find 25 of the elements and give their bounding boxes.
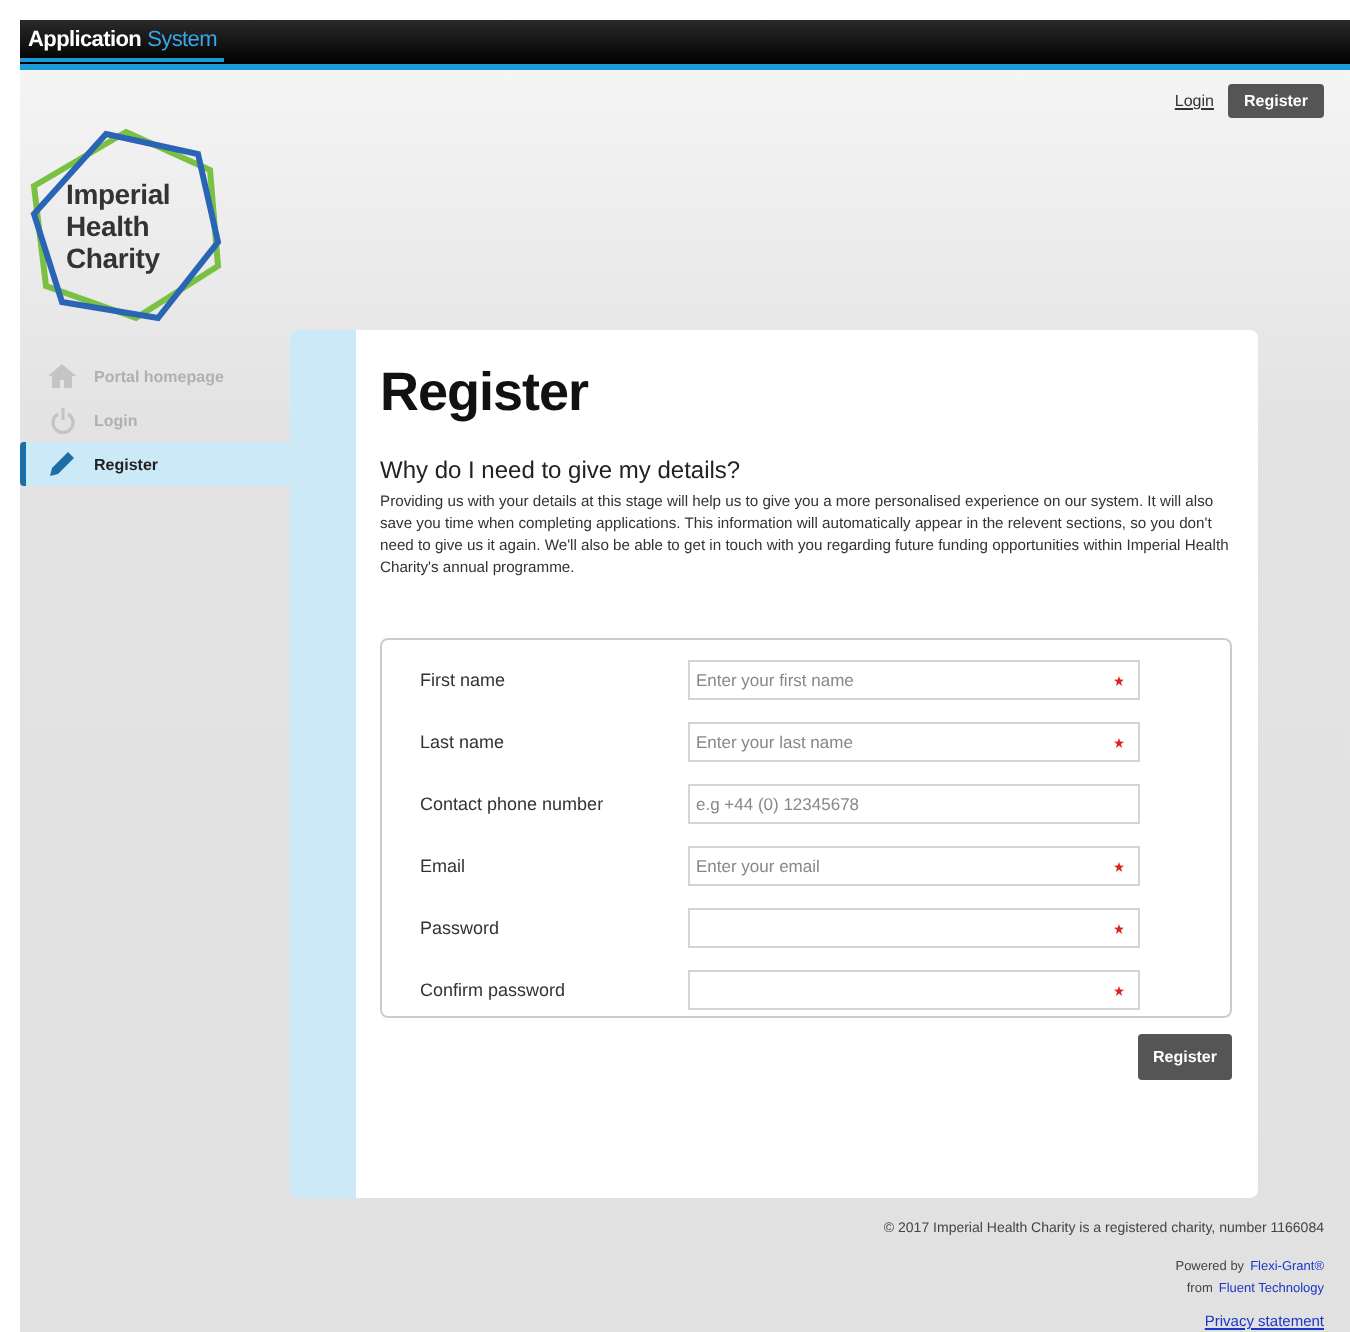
field-label: First name	[420, 670, 508, 690]
input-field[interactable]: e.g +44 (0) 12345678	[688, 784, 1140, 824]
field-label: Email	[420, 856, 468, 876]
logo-text: Imperial Health Charity	[66, 178, 171, 274]
sidebar-item[interactable]: Register	[20, 442, 290, 486]
field-label: Contact phone number	[420, 794, 606, 814]
hexagon-logo-icon	[26, 126, 226, 326]
page-title: Register	[380, 362, 591, 424]
input-field[interactable]	[688, 908, 1140, 948]
field-label: Confirm password	[420, 980, 568, 1000]
register-button[interactable]: Register	[1227, 84, 1324, 118]
pencil-icon	[48, 450, 76, 478]
home-icon	[48, 364, 76, 388]
section-heading: Why do I need to give my details?	[380, 456, 743, 484]
app-title-accent: System	[147, 28, 217, 52]
app-title: Application	[28, 28, 142, 52]
power-icon	[49, 407, 75, 433]
input-field[interactable]: Enter your last name	[688, 722, 1140, 762]
input-field[interactable]	[688, 970, 1140, 1010]
field-label: Password	[420, 918, 502, 938]
field-label: Last name	[420, 732, 507, 752]
login-link[interactable]: Login	[1174, 92, 1214, 110]
input-field[interactable]: Enter your first name	[688, 660, 1140, 700]
input-field[interactable]: Enter your email	[688, 846, 1140, 886]
register-button[interactable]: Register	[1138, 1034, 1232, 1080]
